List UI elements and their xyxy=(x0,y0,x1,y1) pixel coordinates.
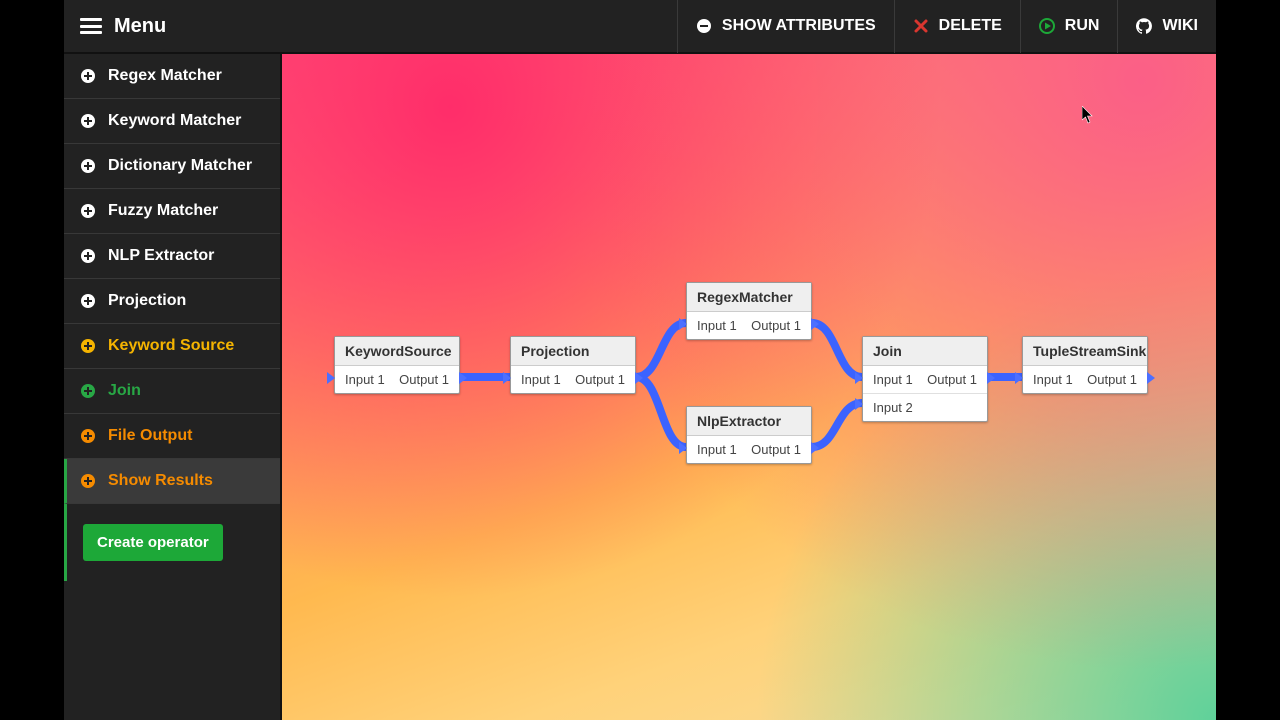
github-icon xyxy=(1136,18,1152,34)
sidebar-item-file-output[interactable]: File Output xyxy=(64,414,280,459)
hamburger-icon xyxy=(80,18,102,34)
show-attributes-label: SHOW ATTRIBUTES xyxy=(722,17,876,35)
sidebar-item-label: Fuzzy Matcher xyxy=(108,202,218,220)
node-input-label: Input 1 xyxy=(873,372,913,387)
minus-circle-icon xyxy=(696,18,712,34)
node-title: KeywordSource xyxy=(335,337,459,366)
node-title: RegexMatcher xyxy=(687,283,811,312)
sidebar-item-label: Projection xyxy=(108,292,186,310)
node-output-label: Output 1 xyxy=(927,372,977,387)
port-out-icon[interactable] xyxy=(811,318,819,330)
sidebar-item-keyword-source[interactable]: Keyword Source xyxy=(64,324,280,369)
delete-button[interactable]: DELETE xyxy=(894,0,1020,53)
sidebar-item-label: Regex Matcher xyxy=(108,67,222,85)
sidebar-item-show-results[interactable]: Show Results xyxy=(64,459,280,504)
menu-button[interactable]: Menu xyxy=(64,15,166,38)
node-keyword-source[interactable]: KeywordSource Input 1 Output 1 xyxy=(334,336,460,394)
plus-circle-icon xyxy=(80,428,96,444)
node-projection[interactable]: Projection Input 1 Output 1 xyxy=(510,336,636,394)
plus-circle-icon xyxy=(80,158,96,174)
port-in-icon[interactable] xyxy=(855,398,863,410)
sidebar-item-label: Show Results xyxy=(108,472,213,490)
port-in-icon[interactable] xyxy=(503,372,511,384)
sidebar-item-keyword-matcher[interactable]: Keyword Matcher xyxy=(64,99,280,144)
sidebar-item-projection[interactable]: Projection xyxy=(64,279,280,324)
plus-circle-icon xyxy=(80,113,96,129)
sidebar-item-fuzzy-matcher[interactable]: Fuzzy Matcher xyxy=(64,189,280,234)
port-in-icon[interactable] xyxy=(679,318,687,330)
wiki-label: WIKI xyxy=(1162,17,1198,35)
node-port-row: Input 1 Output 1 xyxy=(511,366,635,393)
menu-label: Menu xyxy=(114,15,166,38)
node-port-row: Input 2 xyxy=(863,393,987,421)
plus-circle-icon xyxy=(80,338,96,354)
topbar: Menu SHOW ATTRIBUTES DELETE RUN WIK xyxy=(64,0,1216,54)
node-input-label: Input 1 xyxy=(697,318,737,333)
node-port-row: Input 1 Output 1 xyxy=(1023,366,1147,393)
x-icon xyxy=(913,18,929,34)
lower-area: Regex Matcher Keyword Matcher Dictionary M… xyxy=(64,54,1216,720)
create-operator-button[interactable]: Create operator xyxy=(83,524,223,561)
sidebar-item-label: Dictionary Matcher xyxy=(108,157,252,175)
run-button[interactable]: RUN xyxy=(1020,0,1118,53)
port-out-icon[interactable] xyxy=(987,372,995,384)
run-label: RUN xyxy=(1065,17,1100,35)
workflow-canvas[interactable]: KeywordSourceInput 1Output 1ProjectionIn… xyxy=(282,54,1216,720)
sidebar-item-label: NLP Extractor xyxy=(108,247,214,265)
node-input-label: Input 1 xyxy=(521,372,561,387)
node-port-row: Input 1 Output 1 xyxy=(687,312,811,339)
plus-circle-icon xyxy=(80,203,96,219)
create-operator-wrap: Create operator xyxy=(64,504,280,581)
plus-circle-icon xyxy=(80,473,96,489)
show-attributes-button[interactable]: SHOW ATTRIBUTES xyxy=(677,0,894,53)
port-in-icon[interactable] xyxy=(679,442,687,454)
port-out-icon[interactable] xyxy=(1147,372,1155,384)
node-title: TupleStreamSink xyxy=(1023,337,1147,366)
sidebar: Regex Matcher Keyword Matcher Dictionary M… xyxy=(64,54,282,720)
app-frame: Menu SHOW ATTRIBUTES DELETE RUN WIK xyxy=(64,0,1216,720)
node-output-label: Output 1 xyxy=(751,442,801,457)
plus-circle-icon xyxy=(80,293,96,309)
node-input-label: Input 1 xyxy=(697,442,737,457)
port-in-icon[interactable] xyxy=(855,372,863,384)
node-tuple-stream-sink[interactable]: TupleStreamSink Input 1 Output 1 xyxy=(1022,336,1148,394)
node-title: Projection xyxy=(511,337,635,366)
sidebar-item-label: Join xyxy=(108,382,141,400)
sidebar-item-dictionary-matcher[interactable]: Dictionary Matcher xyxy=(64,144,280,189)
node-port-row: Input 1 Output 1 xyxy=(687,436,811,463)
play-circle-icon xyxy=(1039,18,1055,34)
node-output-label: Output 1 xyxy=(399,372,449,387)
wiki-button[interactable]: WIKI xyxy=(1117,0,1216,53)
node-title: NlpExtractor xyxy=(687,407,811,436)
port-in-icon[interactable] xyxy=(1015,372,1023,384)
node-output-label: Output 1 xyxy=(751,318,801,333)
sidebar-item-nlp-extractor[interactable]: NLP Extractor xyxy=(64,234,280,279)
sidebar-item-regex-matcher[interactable]: Regex Matcher xyxy=(64,54,280,99)
port-out-icon[interactable] xyxy=(635,372,643,384)
delete-label: DELETE xyxy=(939,17,1002,35)
port-in-icon[interactable] xyxy=(327,372,335,384)
port-out-icon[interactable] xyxy=(459,372,467,384)
node-title: Join xyxy=(863,337,987,366)
plus-circle-icon xyxy=(80,383,96,399)
sidebar-item-label: Keyword Matcher xyxy=(108,112,241,130)
plus-circle-icon xyxy=(80,68,96,84)
node-input-label: Input 1 xyxy=(1033,372,1073,387)
node-output-label: Output 1 xyxy=(575,372,625,387)
node-port-row: Input 1 Output 1 xyxy=(335,366,459,393)
node-regex-matcher[interactable]: RegexMatcher Input 1 Output 1 xyxy=(686,282,812,340)
node-port-row: Input 1 Output 1 xyxy=(863,366,987,393)
sidebar-item-label: Keyword Source xyxy=(108,337,234,355)
node-join[interactable]: Join Input 1 Output 1 Input 2 xyxy=(862,336,988,422)
mouse-cursor-icon xyxy=(1082,106,1094,124)
port-out-icon[interactable] xyxy=(811,442,819,454)
plus-circle-icon xyxy=(80,248,96,264)
node-output-label: Output 1 xyxy=(1087,372,1137,387)
sidebar-item-join[interactable]: Join xyxy=(64,369,280,414)
node-input-label: Input 2 xyxy=(873,400,913,415)
node-nlp-extractor[interactable]: NlpExtractor Input 1 Output 1 xyxy=(686,406,812,464)
node-input-label: Input 1 xyxy=(345,372,385,387)
sidebar-item-label: File Output xyxy=(108,427,192,445)
